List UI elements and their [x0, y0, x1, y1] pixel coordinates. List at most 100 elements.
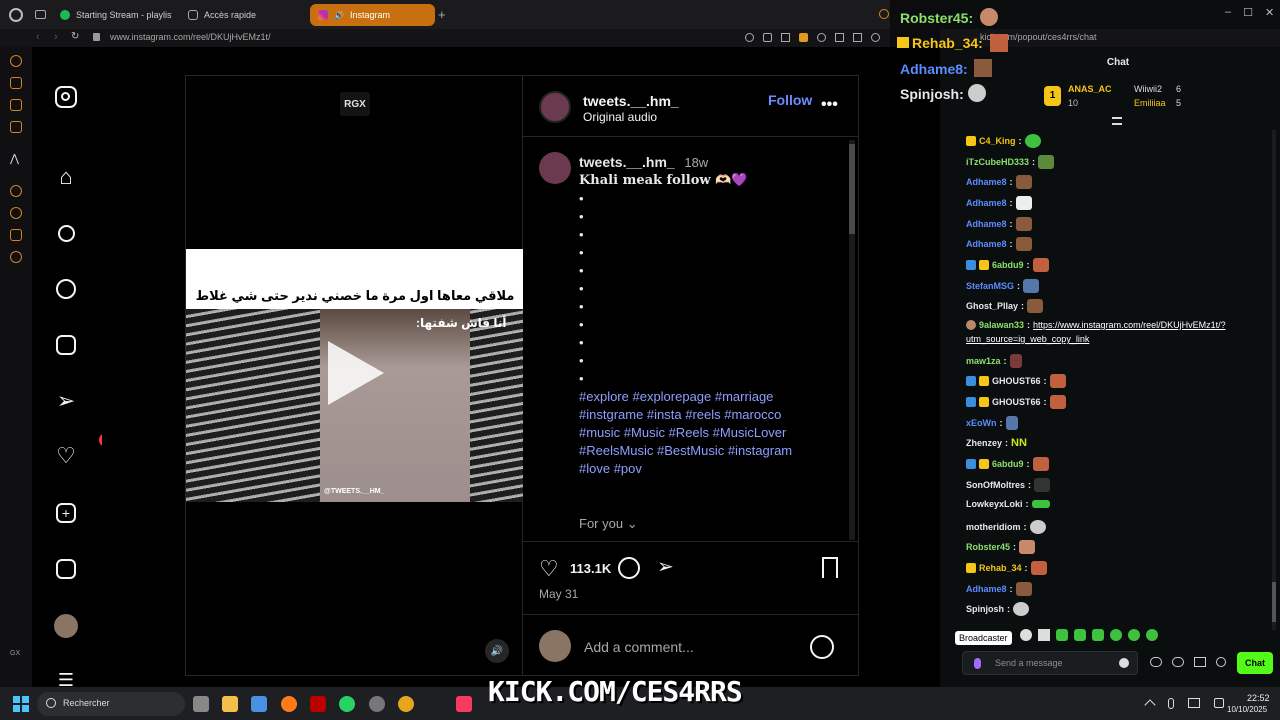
- tab-instagram[interactable]: 🔊 Instagram: [310, 4, 435, 26]
- url-text[interactable]: www.instagram.com/reel/DKUjHvEMz1t/: [110, 32, 271, 42]
- chat-username[interactable]: xEoWn: [966, 418, 997, 428]
- emoji-icon[interactable]: [810, 635, 834, 659]
- explore-icon[interactable]: [53, 276, 79, 302]
- chat-username[interactable]: 9alawan33: [979, 320, 1024, 330]
- chrome-icon[interactable]: [398, 696, 414, 712]
- hashtags[interactable]: #explore #explorepage #marriage #instgra…: [579, 388, 819, 478]
- profile-avatar[interactable]: [53, 613, 79, 639]
- translate-icon[interactable]: [835, 33, 844, 42]
- netflix-icon[interactable]: [310, 696, 326, 712]
- clock-time[interactable]: 22:52: [1247, 693, 1270, 703]
- add-comment-input[interactable]: Add a comment...: [584, 639, 694, 655]
- zoom-icon[interactable]: [745, 33, 754, 42]
- player-icon[interactable]: [10, 185, 22, 197]
- network-icon[interactable]: [1188, 698, 1200, 708]
- chevron-up-icon[interactable]: [1144, 699, 1156, 711]
- close-icon[interactable]: ✕: [1265, 6, 1274, 19]
- mic-icon[interactable]: [1168, 698, 1174, 709]
- chat-send-button[interactable]: Chat: [1237, 652, 1273, 674]
- chat-username[interactable]: Adhame8: [966, 584, 1007, 594]
- windows-start-icon[interactable]: [13, 696, 29, 712]
- chat-username[interactable]: GHOUST66: [992, 376, 1041, 386]
- minimize-icon[interactable]: –: [1225, 6, 1231, 19]
- scrollbar[interactable]: [849, 140, 855, 540]
- chat-username[interactable]: Zhenzey: [966, 438, 1002, 448]
- emote-icon[interactable]: [1110, 629, 1122, 641]
- follow-button[interactable]: Follow: [768, 92, 812, 108]
- send-message-input[interactable]: Send a message: [995, 658, 1063, 668]
- like-count[interactable]: 113.1K: [570, 561, 611, 576]
- search-icon[interactable]: [53, 220, 79, 246]
- share-icon[interactable]: ➢: [657, 554, 674, 579]
- reels-icon[interactable]: [53, 332, 79, 358]
- whatsapp-icon[interactable]: [339, 696, 355, 712]
- store-icon[interactable]: [1194, 657, 1206, 667]
- reload-icon[interactable]: ↻: [71, 31, 79, 42]
- play-icon[interactable]: [853, 33, 862, 42]
- chat-link[interactable]: https://www.instagram.com/reel/DKUjHvEMz…: [1033, 320, 1226, 330]
- author-avatar[interactable]: [539, 91, 571, 123]
- emote-icon[interactable]: [1074, 629, 1086, 641]
- task-view-icon[interactable]: [193, 696, 209, 712]
- more-options-icon[interactable]: •••: [821, 96, 838, 114]
- store-icon[interactable]: [251, 696, 267, 712]
- file-explorer-icon[interactable]: [222, 696, 238, 712]
- volume-icon[interactable]: [1214, 698, 1224, 708]
- chat-username[interactable]: StefanMSG: [966, 281, 1014, 291]
- tab-starting-stream[interactable]: Starting Stream - playlist: [52, 4, 172, 26]
- chat-username[interactable]: Spinjosh: [966, 604, 1004, 614]
- messages-icon[interactable]: ➢: [53, 388, 79, 414]
- instagram-logo-icon[interactable]: [53, 84, 79, 110]
- emote-icon[interactable]: [1146, 629, 1158, 641]
- clock-date[interactable]: 10/10/2025: [1227, 705, 1267, 714]
- home-icon[interactable]: ⌂: [53, 164, 79, 190]
- for-you-button[interactable]: For you ⌄: [579, 516, 638, 532]
- leader-name[interactable]: Emiliiaa: [1134, 98, 1166, 108]
- chat-input-box[interactable]: Send a message: [962, 651, 1138, 675]
- emote-icon[interactable]: [1092, 629, 1104, 641]
- collapse-icon[interactable]: [1112, 117, 1122, 125]
- emoji-icon[interactable]: [1119, 658, 1129, 668]
- chat-username[interactable]: Ghost_Pllay: [966, 301, 1018, 311]
- chat-username[interactable]: maw1za: [966, 356, 1001, 366]
- notes-icon[interactable]: [10, 99, 22, 111]
- opera-logo-icon[interactable]: [9, 8, 23, 22]
- chat-scrollbar[interactable]: [1272, 130, 1276, 630]
- chat-username[interactable]: Adhame8: [966, 219, 1007, 229]
- author-username[interactable]: tweets.__.hm_: [583, 93, 679, 109]
- emote-icon[interactable]: [1056, 629, 1068, 641]
- adblock-icon[interactable]: [817, 33, 826, 42]
- snapshot-icon[interactable]: [781, 33, 790, 42]
- comment-username[interactable]: tweets.__.hm_: [579, 154, 675, 170]
- chat-username[interactable]: motheridiom: [966, 522, 1021, 532]
- chat-username[interactable]: Adhame8: [966, 198, 1007, 208]
- notifications-icon[interactable]: ♡: [53, 443, 79, 469]
- pin-icon[interactable]: [763, 33, 772, 42]
- chat-username[interactable]: SonOfMoltres: [966, 480, 1025, 490]
- create-icon[interactable]: +: [53, 500, 79, 526]
- chat-username[interactable]: 6abdu9: [992, 260, 1024, 270]
- audio-label[interactable]: Original audio: [583, 110, 657, 124]
- gear-icon[interactable]: [1216, 657, 1226, 667]
- new-tab-button[interactable]: +: [438, 7, 446, 22]
- back-icon[interactable]: ‹: [36, 31, 40, 43]
- comment-avatar[interactable]: [539, 152, 571, 184]
- mic-icon[interactable]: [974, 658, 981, 669]
- chat-username[interactable]: GHOUST66: [992, 397, 1041, 407]
- reel-video[interactable]: RGX ملاقي معاها اول مرة ما خصني ندير حتى…: [185, 75, 524, 676]
- history-icon[interactable]: [10, 55, 22, 67]
- clock-icon[interactable]: [10, 207, 22, 219]
- dashboard-icon[interactable]: [53, 556, 79, 582]
- ai-icon[interactable]: [10, 77, 22, 89]
- search-icon[interactable]: [879, 9, 889, 19]
- tab-acces-rapide[interactable]: Accès rapide: [180, 4, 305, 26]
- emote-icon[interactable]: [1038, 629, 1050, 641]
- heart-icon[interactable]: [871, 33, 880, 42]
- like-icon[interactable]: ♡: [539, 556, 559, 582]
- chat-username[interactable]: LowkeyxLoki: [966, 499, 1023, 509]
- shield-icon[interactable]: [799, 33, 808, 42]
- play-icon[interactable]: [328, 341, 384, 405]
- link-icon[interactable]: [1172, 657, 1184, 667]
- firefox-icon[interactable]: [281, 696, 297, 712]
- settings-icon[interactable]: [369, 696, 385, 712]
